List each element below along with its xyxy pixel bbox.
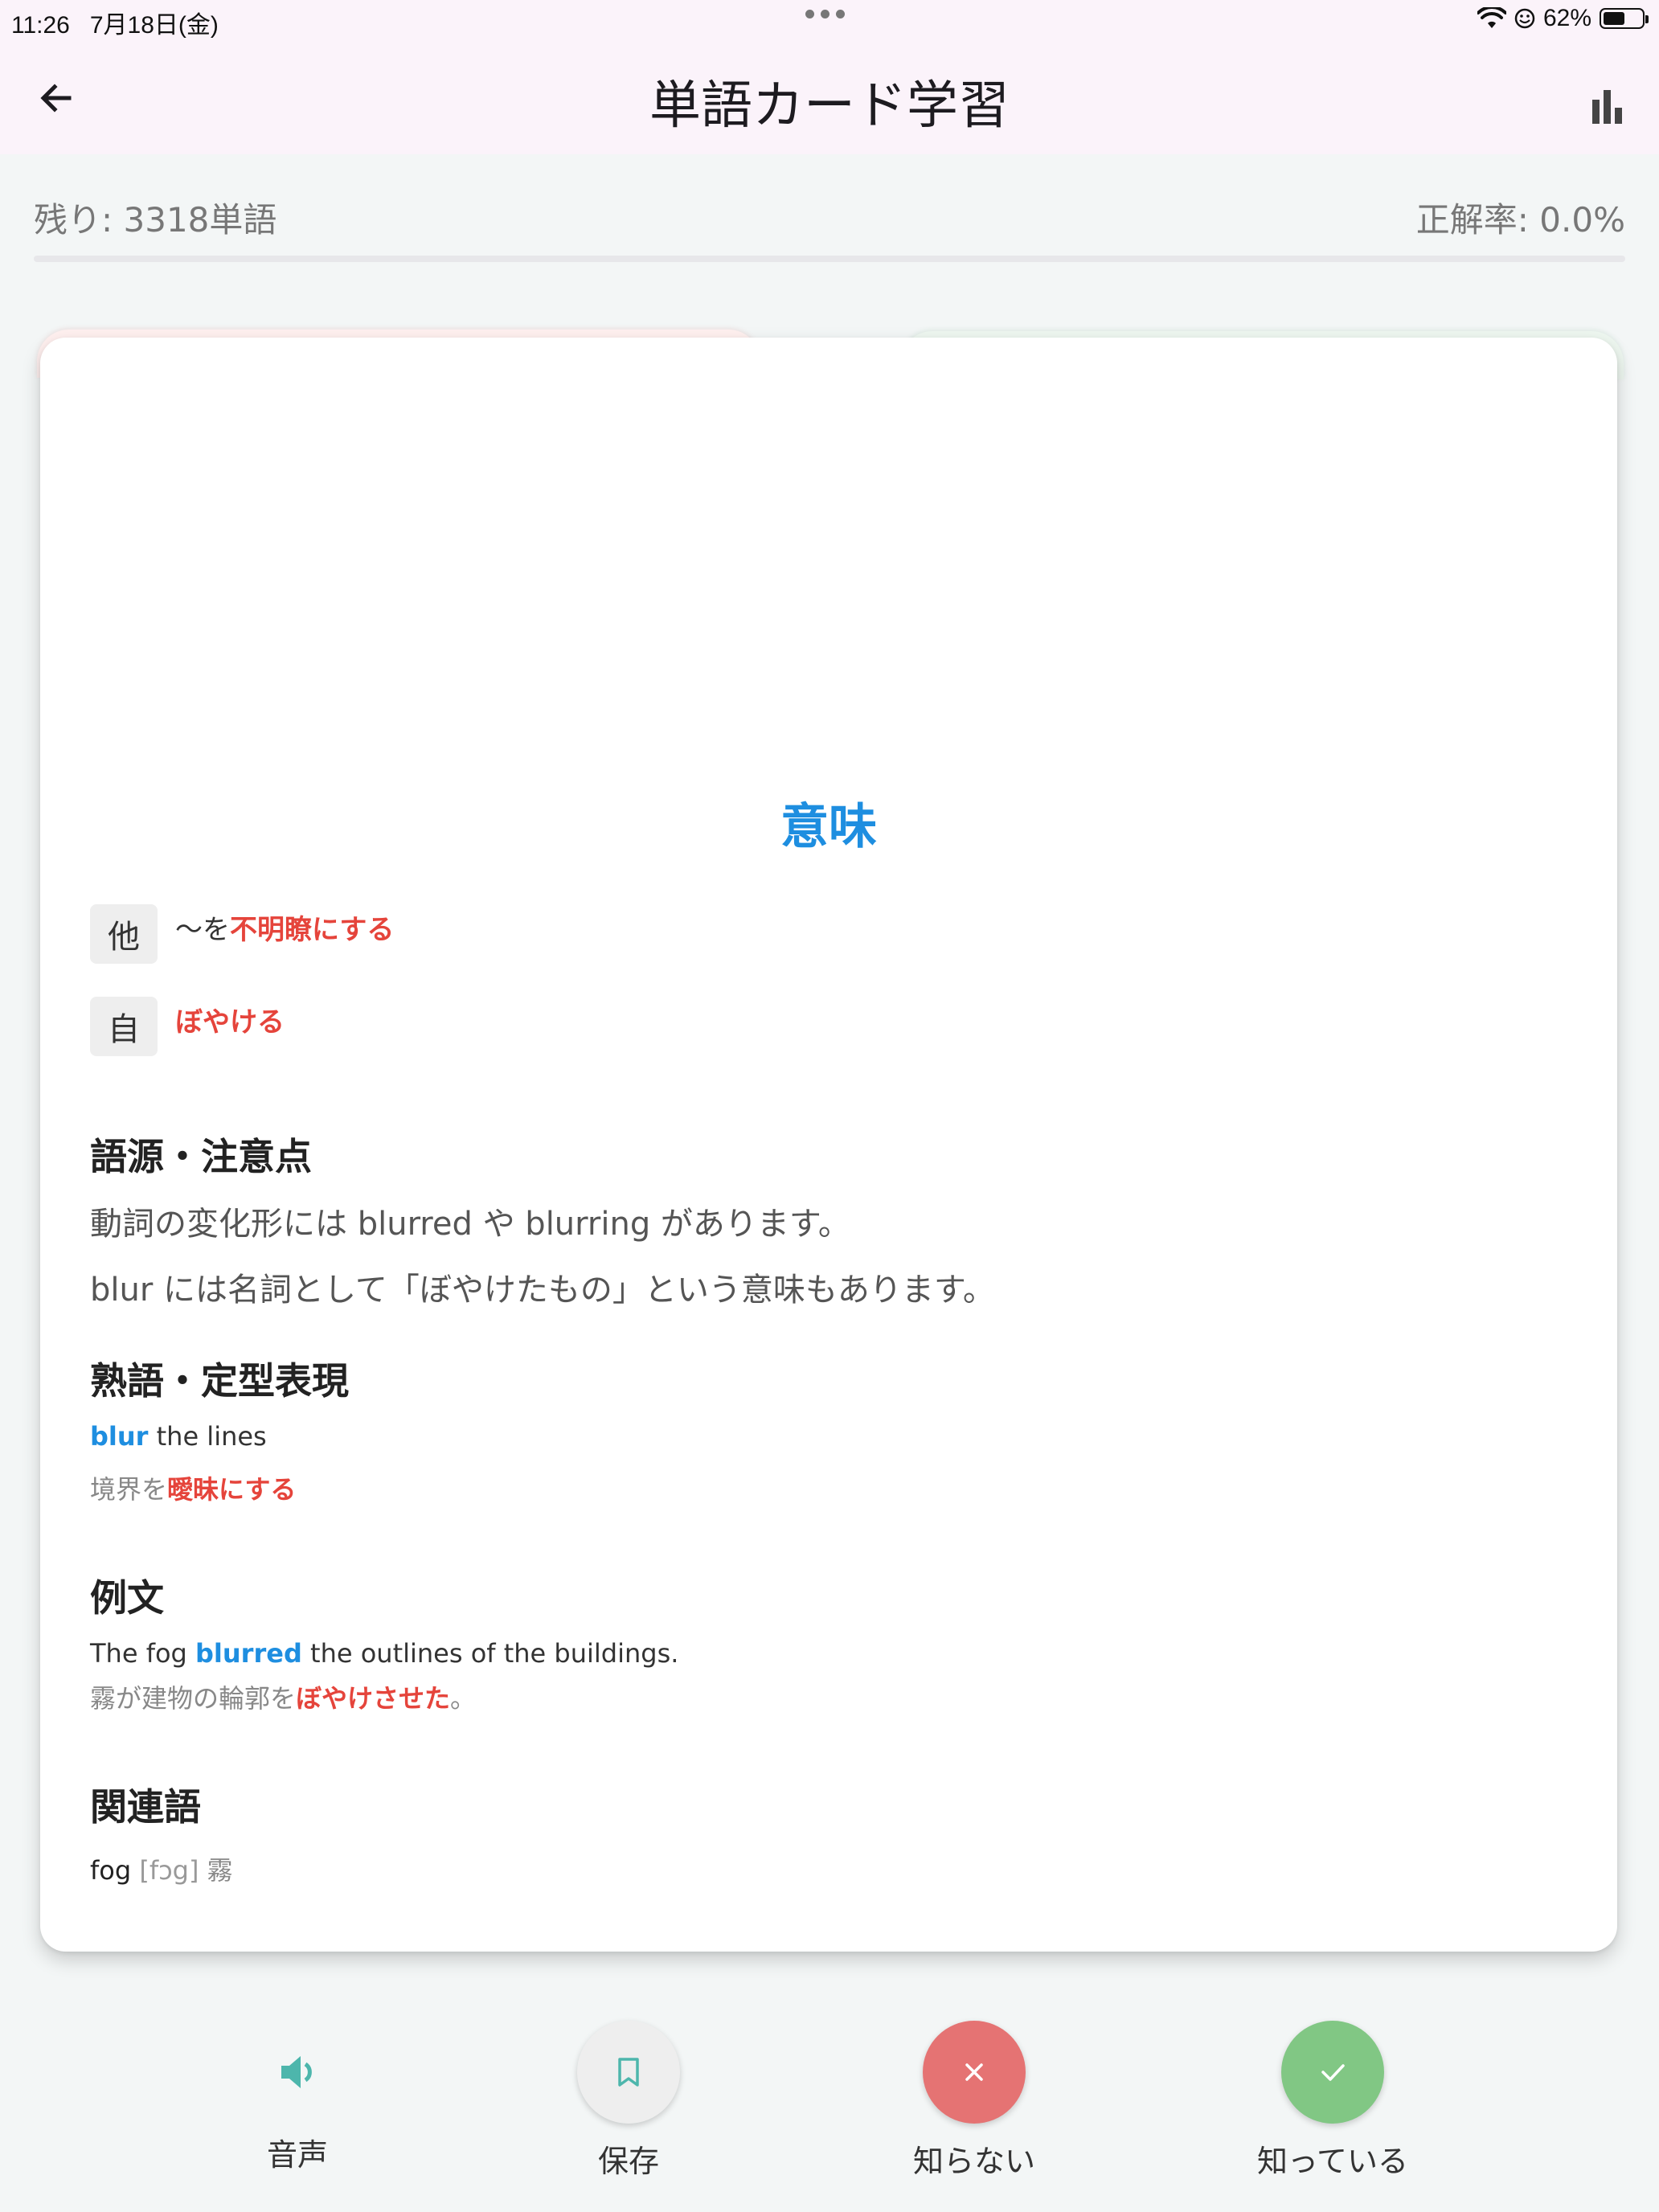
definition-row: 自 ぼやける [90,997,285,1056]
check-icon [1321,2064,1345,2081]
example-keyword: blurred [195,1638,302,1669]
save-button[interactable] [577,2021,680,2124]
definition-row: 他 〜を不明瞭にする [90,904,394,964]
etymology-line: blur には名詞として「ぼやけたもの」という意味もあります。 [90,1272,995,1309]
status-time: 11:26 7月18日(金) [11,5,219,40]
dont-know-label: 知らない [912,2144,1035,2179]
idiom-phrase: blur the lines [90,1421,267,1452]
related-title: 関連語 [90,1785,201,1829]
related-word: fog [90,1855,132,1886]
remaining-count: 残り: 3318単語 [34,200,277,240]
status-clock: 11:26 [11,12,70,39]
focus-smiley-icon [1514,8,1535,29]
etymology-title: 語源・注意点 [90,1135,312,1178]
related-meaning: 霧 [207,1855,233,1886]
battery-icon [1600,8,1649,29]
status-date: 7月18日(金) [89,12,219,39]
know-label: 知っている [1256,2144,1409,2179]
idiom-translation: 境界を曖昧にする [90,1469,296,1506]
bar-chart-icon [1592,90,1622,124]
definition-prefix: 〜を [175,914,230,946]
battery-percent: 62% [1542,5,1591,31]
app-bar: 単語カード学習 [0,42,1659,154]
example-sentence: The fog blurred the outlines of the buil… [90,1638,678,1669]
idiom-translation-highlight: 曖昧にする [167,1474,297,1505]
examples-title: 例文 [90,1576,164,1620]
pos-badge: 他 [90,904,158,964]
save-control[interactable]: 保存 [540,2021,717,2181]
multitasking-dots-icon[interactable] [805,10,845,18]
accuracy-rate: 正解率: 0.0% [1415,200,1625,240]
related-pronunciation: [fɔg] [139,1855,199,1886]
save-label: 保存 [597,2144,659,2179]
idiom-rest: the lines [148,1421,267,1452]
progress-bar [34,256,1625,262]
close-icon [965,2063,983,2081]
definition-text: 〜を不明瞭にする [175,907,394,947]
example-after: the outlines of the buildings. [301,1638,679,1669]
battery-fill [1604,12,1625,25]
etymology-line: 動詞の変化形には blurred や blurring があります。 [90,1206,850,1243]
wifi-icon [1477,7,1506,28]
page-title: 単語カード学習 [649,76,1010,136]
dont-know-button[interactable] [923,2021,1026,2124]
audio-button[interactable] [246,2021,349,2124]
stats-button[interactable] [1583,77,1632,125]
flash-card[interactable]: 意味 他 〜を不明瞭にする 自 ぼやける 語源・注意点 動詞の変化形には blu… [40,338,1617,1952]
idioms-title: 熟語・定型表現 [90,1359,349,1403]
status-indicators: 62% [1477,5,1649,32]
pos-badge: 自 [90,997,158,1056]
status-bar: 11:26 7月18日(金) 62% [0,0,1659,42]
speaker-icon [281,2056,312,2088]
known-control[interactable]: 知っている [1244,2021,1421,2181]
example-translation-prefix: 霧が建物の輪郭を [90,1683,297,1714]
meaning-heading: 意味 [780,799,877,855]
example-translation-highlight: ぼやけさせた [296,1683,451,1714]
definition-highlight: 不明瞭にする [230,914,395,946]
idiom-keyword: blur [90,1421,149,1452]
unknown-control[interactable]: 知らない [886,2021,1063,2181]
bookmark-icon [618,2058,639,2087]
example-translation: 霧が建物の輪郭をぼやけさせた。 [90,1678,476,1715]
idiom-translation-prefix: 境界を [90,1474,168,1505]
related-word-row[interactable]: fog [fɔg] 霧 [90,1850,233,1887]
example-translation-suffix: 。 [450,1683,477,1714]
audio-label: 音声 [266,2137,328,2173]
definition-text: ぼやける [175,1000,285,1039]
audio-control[interactable]: 音声 [209,2021,386,2174]
example-before: The fog [90,1638,196,1669]
know-button[interactable] [1281,2021,1384,2124]
definition-highlight: ぼやける [175,1006,285,1038]
